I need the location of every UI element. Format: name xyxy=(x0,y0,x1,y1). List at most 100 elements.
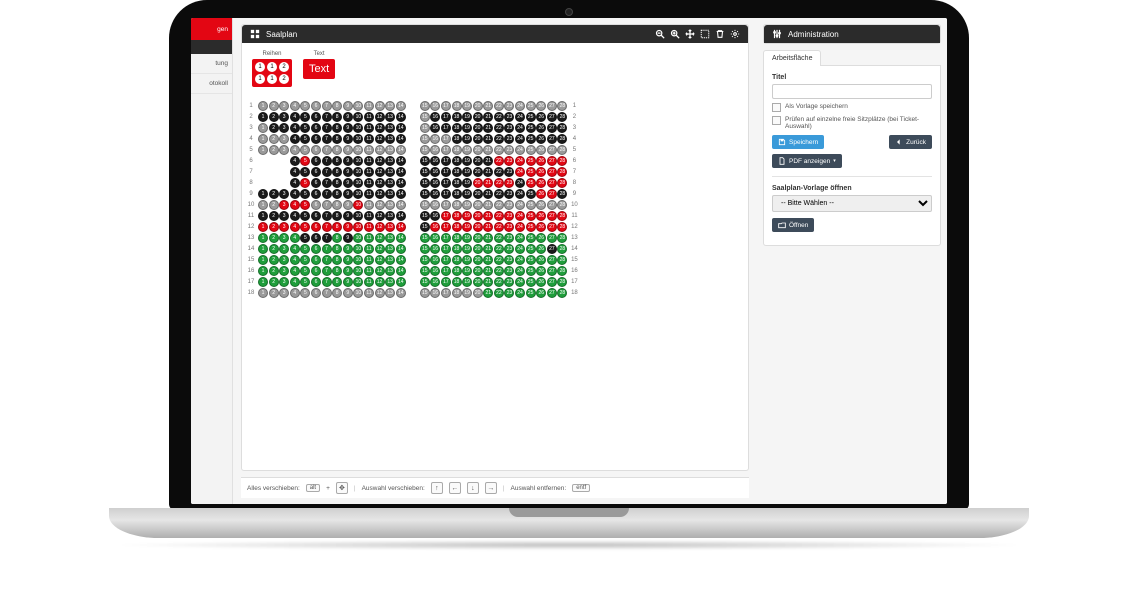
seat[interactable]: 26 xyxy=(536,112,546,122)
seat[interactable]: 13 xyxy=(385,222,395,232)
seat[interactable]: 22 xyxy=(494,178,504,188)
seat[interactable]: 21 xyxy=(483,222,493,232)
seat[interactable]: 9 xyxy=(343,167,353,177)
seat[interactable]: 14 xyxy=(396,145,406,155)
seat[interactable]: 28 xyxy=(557,288,567,298)
seat[interactable]: 28 xyxy=(557,244,567,254)
seat[interactable]: 24 xyxy=(515,211,525,221)
seat[interactable]: 13 xyxy=(385,288,395,298)
seat[interactable]: 6 xyxy=(311,178,321,188)
seat[interactable]: 5 xyxy=(300,244,310,254)
seat[interactable]: 7 xyxy=(322,244,332,254)
seat[interactable]: 3 xyxy=(279,123,289,133)
seat[interactable]: 19 xyxy=(462,145,472,155)
seat[interactable]: 19 xyxy=(462,156,472,166)
seat[interactable]: 7 xyxy=(322,266,332,276)
seat[interactable]: 25 xyxy=(526,266,536,276)
seat[interactable]: 8 xyxy=(332,112,342,122)
seat[interactable]: 20 xyxy=(473,167,483,177)
seat[interactable]: 24 xyxy=(515,288,525,298)
seat[interactable]: 23 xyxy=(504,145,514,155)
seat[interactable]: 15 xyxy=(420,189,430,199)
seat[interactable]: 15 xyxy=(420,222,430,232)
seat[interactable]: 21 xyxy=(483,277,493,287)
seat[interactable]: 11 xyxy=(364,222,374,232)
seat[interactable]: 7 xyxy=(322,178,332,188)
seat[interactable]: 14 xyxy=(396,101,406,111)
seat[interactable]: 7 xyxy=(322,277,332,287)
seat[interactable]: 23 xyxy=(504,288,514,298)
seat[interactable]: 9 xyxy=(343,134,353,144)
seat[interactable]: 21 xyxy=(483,145,493,155)
seat[interactable]: 20 xyxy=(473,200,483,210)
seat[interactable]: 18 xyxy=(452,189,462,199)
seat[interactable]: 25 xyxy=(526,222,536,232)
seat[interactable]: 15 xyxy=(420,244,430,254)
seat[interactable]: 4 xyxy=(290,277,300,287)
seat[interactable]: 16 xyxy=(430,211,440,221)
seat[interactable]: 4 xyxy=(290,288,300,298)
seat[interactable]: 12 xyxy=(375,178,385,188)
seat[interactable]: 13 xyxy=(385,233,395,243)
seat[interactable]: 9 xyxy=(343,189,353,199)
seat[interactable]: 28 xyxy=(557,277,567,287)
seat[interactable]: 5 xyxy=(300,112,310,122)
seat[interactable]: 28 xyxy=(557,134,567,144)
seat[interactable]: 27 xyxy=(547,145,557,155)
seat[interactable]: 4 xyxy=(290,189,300,199)
seat[interactable]: 28 xyxy=(557,266,567,276)
seat[interactable]: 21 xyxy=(483,233,493,243)
seat[interactable]: 13 xyxy=(385,123,395,133)
seat[interactable]: 6 xyxy=(311,200,321,210)
seat[interactable]: 6 xyxy=(311,266,321,276)
seat[interactable]: 24 xyxy=(515,123,525,133)
seat[interactable]: 11 xyxy=(364,101,374,111)
seat[interactable]: 14 xyxy=(396,200,406,210)
seat[interactable]: 20 xyxy=(473,277,483,287)
seat[interactable]: 21 xyxy=(483,112,493,122)
seat[interactable]: 8 xyxy=(332,178,342,188)
seat[interactable]: 23 xyxy=(504,200,514,210)
seat[interactable]: 1 xyxy=(258,134,268,144)
seat[interactable]: 17 xyxy=(441,266,451,276)
seat[interactable]: 17 xyxy=(441,288,451,298)
seat[interactable]: 3 xyxy=(279,112,289,122)
seat[interactable]: 22 xyxy=(494,134,504,144)
seat[interactable]: 21 xyxy=(483,123,493,133)
seat[interactable]: 9 xyxy=(343,123,353,133)
seat[interactable]: 26 xyxy=(536,244,546,254)
seat[interactable]: 25 xyxy=(526,178,536,188)
seat[interactable]: 16 xyxy=(430,189,440,199)
seat[interactable]: 3 xyxy=(279,134,289,144)
move-icon[interactable] xyxy=(685,29,695,39)
seat[interactable]: 19 xyxy=(462,167,472,177)
seat[interactable]: 27 xyxy=(547,200,557,210)
seat[interactable]: 6 xyxy=(311,288,321,298)
seat[interactable]: 17 xyxy=(441,123,451,133)
seat[interactable]: 10 xyxy=(353,200,363,210)
seat[interactable]: 22 xyxy=(494,123,504,133)
seat[interactable]: 10 xyxy=(353,244,363,254)
seat[interactable]: 16 xyxy=(430,178,440,188)
seat[interactable]: 12 xyxy=(375,167,385,177)
seat[interactable]: 20 xyxy=(473,156,483,166)
seat[interactable]: 9 xyxy=(343,211,353,221)
seat[interactable]: 10 xyxy=(353,211,363,221)
seat[interactable]: 26 xyxy=(536,211,546,221)
seat[interactable]: 28 xyxy=(557,233,567,243)
seat[interactable]: 18 xyxy=(452,288,462,298)
seat[interactable]: 13 xyxy=(385,101,395,111)
seat[interactable]: 8 xyxy=(332,255,342,265)
seat[interactable]: 22 xyxy=(494,288,504,298)
seat[interactable]: 10 xyxy=(353,266,363,276)
seat[interactable]: 25 xyxy=(526,145,536,155)
seat[interactable]: 13 xyxy=(385,145,395,155)
arrow-right-button[interactable]: → xyxy=(485,482,497,494)
seat[interactable]: 24 xyxy=(515,244,525,254)
seat[interactable]: 27 xyxy=(547,222,557,232)
seat[interactable]: 16 xyxy=(430,255,440,265)
seat[interactable]: 28 xyxy=(557,189,567,199)
seat[interactable]: 25 xyxy=(526,101,536,111)
seat[interactable]: 13 xyxy=(385,211,395,221)
seat[interactable]: 22 xyxy=(494,200,504,210)
